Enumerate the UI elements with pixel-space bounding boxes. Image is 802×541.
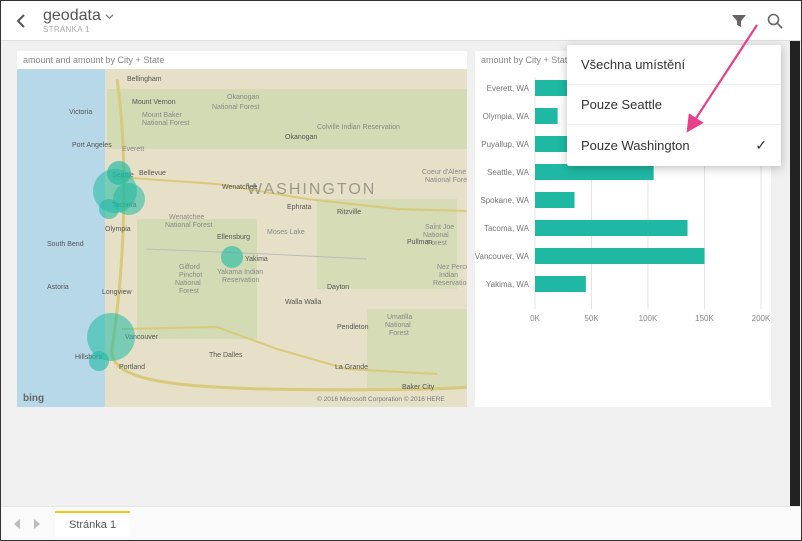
map-attribution-left: bing <box>23 393 44 404</box>
svg-text:Vancouver, WA: Vancouver, WA <box>475 252 530 261</box>
chevron-left-icon <box>15 13 27 29</box>
page-footer: Stránka 1 <box>1 506 801 540</box>
triangle-right-icon <box>33 519 41 529</box>
svg-text:Walla Walla: Walla Walla <box>285 299 322 306</box>
svg-text:Indian: Indian <box>439 272 458 279</box>
svg-text:Pullman: Pullman <box>407 239 432 246</box>
search-button[interactable] <box>765 11 785 31</box>
svg-text:100K: 100K <box>639 314 658 323</box>
report-title[interactable]: geodata <box>43 7 729 25</box>
svg-text:50K: 50K <box>584 314 599 323</box>
dropdown-item-washington[interactable]: Pouze Washington ✓ <box>567 125 781 166</box>
page-tab[interactable]: Stránka 1 <box>55 511 130 537</box>
svg-text:Yakima, WA: Yakima, WA <box>486 280 530 289</box>
svg-text:Ritzville: Ritzville <box>337 209 361 216</box>
svg-text:Ephrata: Ephrata <box>287 204 312 211</box>
svg-text:Nez Perce: Nez Perce <box>437 264 467 271</box>
svg-text:Portland: Portland <box>119 364 145 371</box>
svg-text:Mount Vernon: Mount Vernon <box>132 99 176 106</box>
svg-text:Victoria: Victoria <box>69 109 92 116</box>
svg-text:Moses Lake: Moses Lake <box>267 229 305 236</box>
svg-text:National: National <box>175 280 201 287</box>
header-actions <box>729 11 793 31</box>
map-visual[interactable]: amount and amount by City + State WASHIN… <box>17 51 467 407</box>
dropdown-item-label: Všechna umístění <box>581 57 685 72</box>
svg-text:Longview: Longview <box>102 289 133 296</box>
svg-text:Umatilla: Umatilla <box>387 314 412 321</box>
svg-text:Gifford: Gifford <box>179 264 200 271</box>
next-page-button[interactable] <box>27 514 47 534</box>
svg-text:Reservation: Reservation <box>222 277 259 284</box>
dropdown-item-all[interactable]: Všechna umístění <box>567 45 781 85</box>
svg-text:Pinchot: Pinchot <box>179 272 202 279</box>
vertical-scrollbar[interactable] <box>790 41 800 506</box>
svg-text:Yakima: Yakima <box>245 256 268 263</box>
svg-text:National: National <box>385 322 411 329</box>
svg-text:Olympia: Olympia <box>105 226 131 233</box>
svg-text:National Forest: National Forest <box>142 120 190 127</box>
svg-text:Port Angeles: Port Angeles <box>72 142 112 149</box>
svg-text:National Forest: National Forest <box>425 177 467 184</box>
svg-text:Reservation: Reservation <box>433 280 467 287</box>
svg-text:Coeur d'Alene: Coeur d'Alene <box>422 169 466 176</box>
svg-text:Saint Joe: Saint Joe <box>425 224 454 231</box>
svg-text:Yakama Indian: Yakama Indian <box>217 269 263 276</box>
filter-button[interactable] <box>729 11 749 31</box>
svg-text:Okanogan: Okanogan <box>227 94 259 101</box>
map-title: amount and amount by City + State <box>17 51 467 69</box>
dropdown-item-seattle[interactable]: Pouze Seattle <box>567 85 781 125</box>
svg-text:Astoria: Astoria <box>47 284 69 291</box>
app-header: geodata STRÁNKA 1 <box>1 1 801 41</box>
location-filter-dropdown: Všechna umístění Pouze Seattle Pouze Was… <box>567 45 781 166</box>
map-attribution-right: © 2016 Microsoft Corporation © 2016 HERE <box>317 395 445 403</box>
svg-text:Forest: Forest <box>179 288 199 295</box>
chevron-down-icon <box>105 12 114 21</box>
page-tab-label: Stránka 1 <box>69 519 116 531</box>
triangle-left-icon <box>13 519 21 529</box>
svg-text:Okanogan: Okanogan <box>285 134 317 141</box>
svg-text:National Forest: National Forest <box>212 104 260 111</box>
prev-page-button[interactable] <box>7 514 27 534</box>
svg-text:Olympia, WA: Olympia, WA <box>483 112 530 121</box>
svg-text:Bellevue: Bellevue <box>139 170 166 177</box>
svg-text:Tacoma, WA: Tacoma, WA <box>484 224 530 233</box>
svg-text:Baker City: Baker City <box>402 384 435 391</box>
svg-text:Ellensburg: Ellensburg <box>217 234 250 241</box>
check-icon: ✓ <box>755 137 767 154</box>
svg-text:Colville Indian Reservation: Colville Indian Reservation <box>317 124 400 131</box>
svg-text:200K: 200K <box>752 314 771 323</box>
page-subtitle: STRÁNKA 1 <box>43 25 729 34</box>
svg-text:The Dalles: The Dalles <box>209 352 243 359</box>
svg-text:National: National <box>423 232 449 239</box>
svg-text:National Forest: National Forest <box>165 222 213 229</box>
back-button[interactable] <box>9 9 33 33</box>
svg-text:South Bend: South Bend <box>47 241 84 248</box>
dropdown-item-label: Pouze Seattle <box>581 97 662 112</box>
svg-text:150K: 150K <box>695 314 714 323</box>
svg-text:Puyallup, WA: Puyallup, WA <box>481 140 529 149</box>
svg-text:La Grande: La Grande <box>335 364 368 371</box>
filter-icon <box>730 12 748 30</box>
svg-text:Spokane, WA: Spokane, WA <box>480 196 529 205</box>
svg-text:0K: 0K <box>530 314 540 323</box>
svg-text:Wenatchee: Wenatchee <box>222 184 257 191</box>
svg-text:Dayton: Dayton <box>327 284 349 291</box>
svg-text:Forest: Forest <box>389 330 409 337</box>
svg-text:Wenatchee: Wenatchee <box>169 214 204 221</box>
map-state-label: WASHINGTON <box>247 181 376 198</box>
dropdown-item-label: Pouze Washington <box>581 138 690 153</box>
search-icon <box>766 12 784 30</box>
svg-text:Everett: Everett <box>122 146 144 153</box>
svg-text:Everett, WA: Everett, WA <box>487 84 530 93</box>
map-svg: WASHINGTON Okanogan National Forest Colv… <box>17 69 467 407</box>
svg-text:Mount Baker: Mount Baker <box>142 112 182 119</box>
report-title-text: geodata <box>43 7 101 25</box>
title-block: geodata STRÁNKA 1 <box>43 7 729 34</box>
svg-text:Seattle, WA: Seattle, WA <box>487 168 530 177</box>
svg-text:Bellingham: Bellingham <box>127 76 162 83</box>
svg-text:Pendleton: Pendleton <box>337 324 369 331</box>
